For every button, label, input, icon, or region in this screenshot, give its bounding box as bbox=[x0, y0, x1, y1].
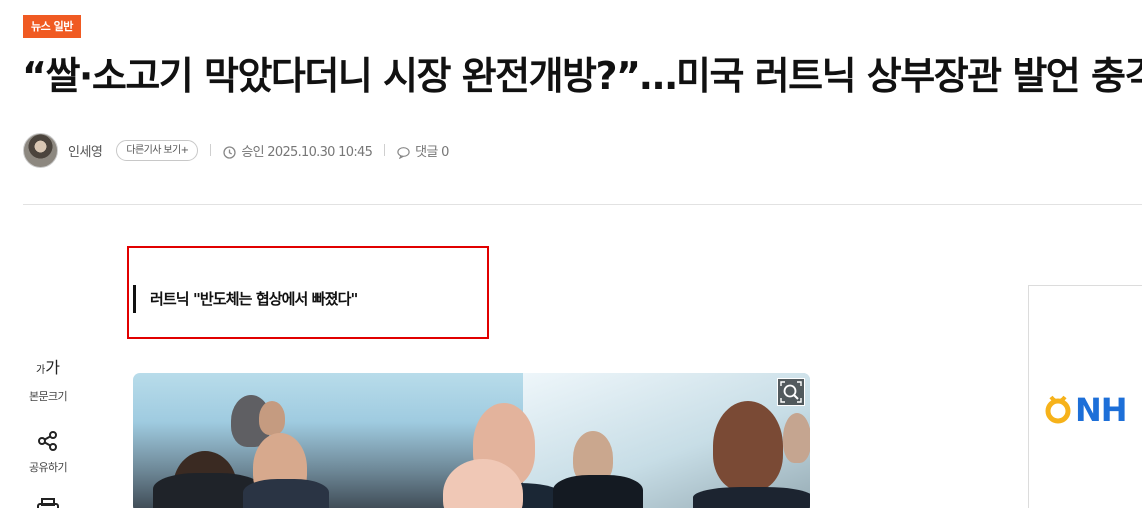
author-name[interactable]: 인세영 bbox=[68, 141, 103, 160]
clock-icon bbox=[223, 144, 237, 159]
ad-logo-text: NH bbox=[1075, 391, 1128, 429]
article-meta: 인세영 다른기사 보기+ 승인 2025.10.30 10:45 댓글 0 bbox=[23, 132, 449, 168]
share-icon bbox=[38, 431, 57, 451]
font-size-icon: 가가 bbox=[36, 358, 60, 377]
nh-logo-icon bbox=[1045, 395, 1071, 424]
share-button[interactable]: 공유하기 bbox=[20, 430, 76, 475]
comment-count[interactable]: 댓글 0 bbox=[415, 141, 449, 160]
font-size-label: 본문크기 bbox=[28, 390, 68, 403]
article-headline: “쌀·소고기 막았다더니 시장 완전개방?”…미국 러트닉 상부장관 발언 충격 bbox=[22, 54, 1142, 98]
share-label: 공유하기 bbox=[28, 461, 68, 474]
print-button[interactable] bbox=[20, 497, 76, 508]
meta-separator bbox=[210, 144, 212, 156]
comment-icon bbox=[397, 144, 410, 159]
print-icon bbox=[37, 498, 59, 508]
article-photo[interactable] bbox=[133, 373, 810, 508]
meta-separator bbox=[384, 144, 386, 156]
ad-banner[interactable]: NH bbox=[1028, 285, 1142, 508]
zoom-icon bbox=[780, 381, 802, 403]
header-divider bbox=[23, 204, 1142, 205]
published-date: 승인 2025.10.30 10:45 bbox=[241, 144, 373, 160]
photo-zoom-button[interactable] bbox=[777, 378, 805, 406]
author-avatar[interactable] bbox=[23, 132, 58, 168]
article-subheadline: 러트닉 "반도체는 협상에서 빠졌다" bbox=[133, 285, 358, 313]
font-size-button[interactable]: 가가 본문크기 bbox=[20, 357, 76, 404]
more-articles-button[interactable]: 다른기사 보기+ bbox=[116, 139, 199, 161]
category-tag[interactable]: 뉴스 일반 bbox=[23, 15, 81, 38]
